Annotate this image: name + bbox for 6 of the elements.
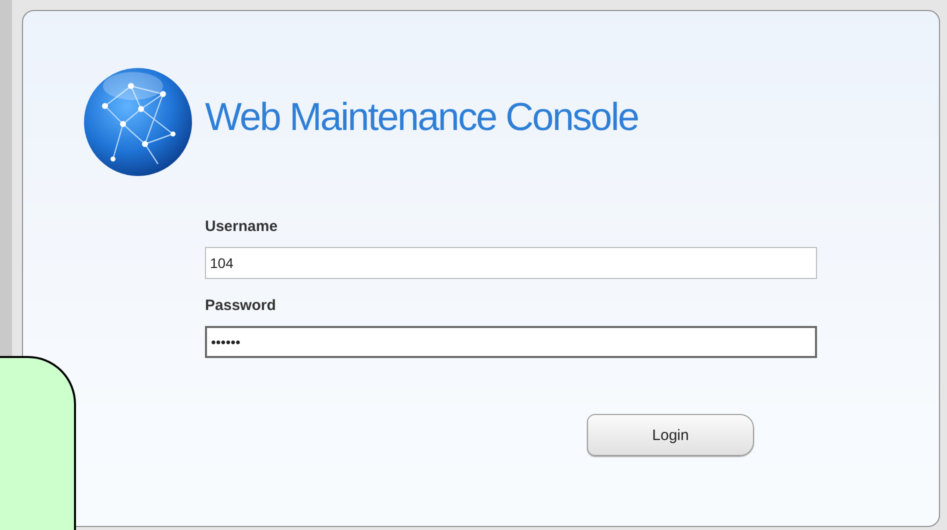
input-field[interactable]: 104 [205, 247, 817, 279]
input-field[interactable]: •••••• [205, 326, 817, 358]
page-title: Web Maintenance Console [205, 96, 638, 140]
login-button[interactable]: Login [587, 414, 754, 456]
field-label: Password [205, 297, 277, 314]
field-label: Username [205, 218, 279, 235]
